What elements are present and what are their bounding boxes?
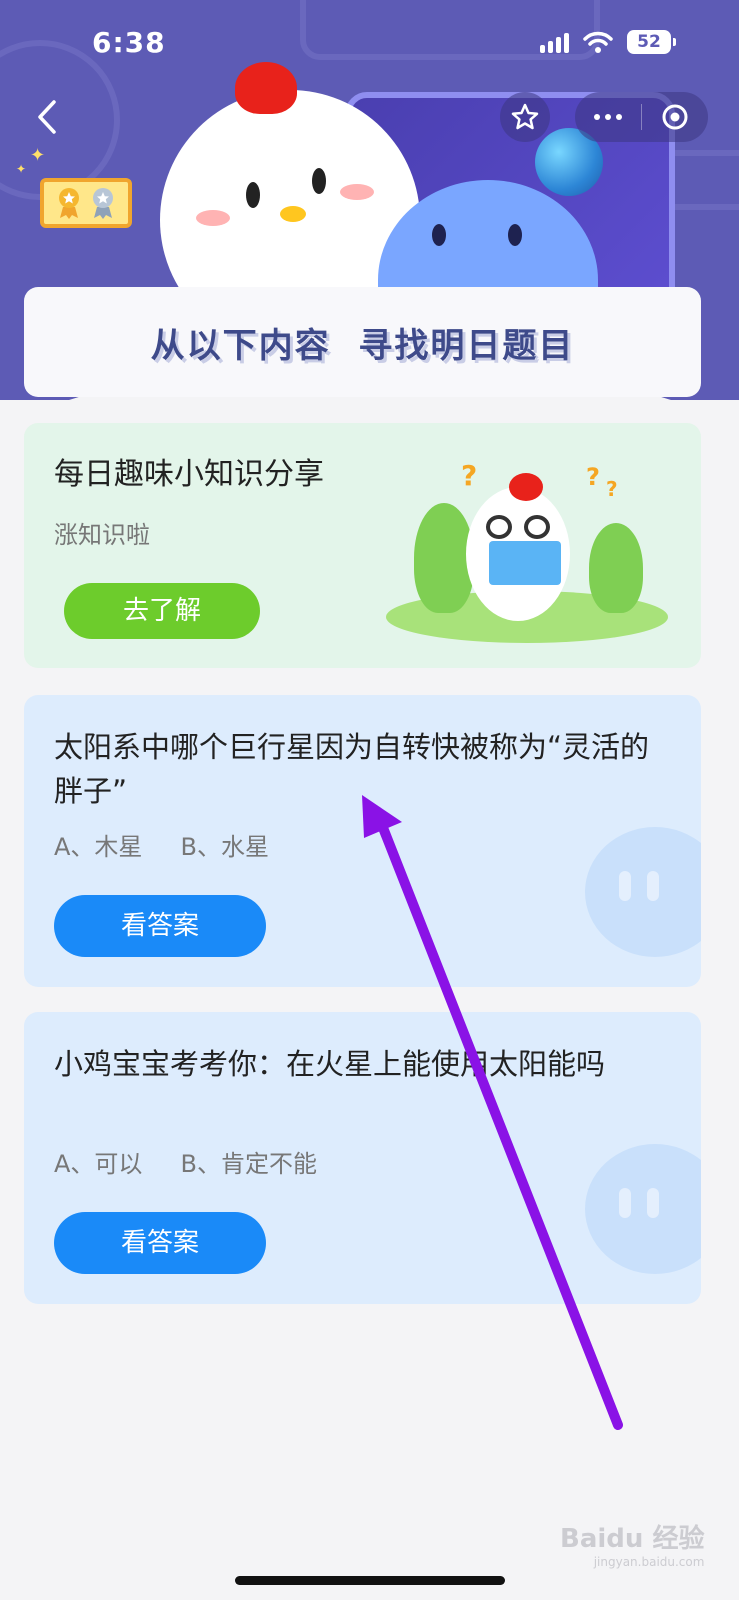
baidu-watermark: Baidu 经验 jingyan.baidu.com bbox=[560, 1518, 704, 1569]
watermark-brand: Baidu 经验 bbox=[560, 1524, 705, 1554]
watermark-domain: jingyan.baidu.com bbox=[593, 1555, 705, 1569]
annotation-arrow bbox=[362, 795, 623, 1430]
home-indicator[interactable] bbox=[235, 1576, 505, 1585]
